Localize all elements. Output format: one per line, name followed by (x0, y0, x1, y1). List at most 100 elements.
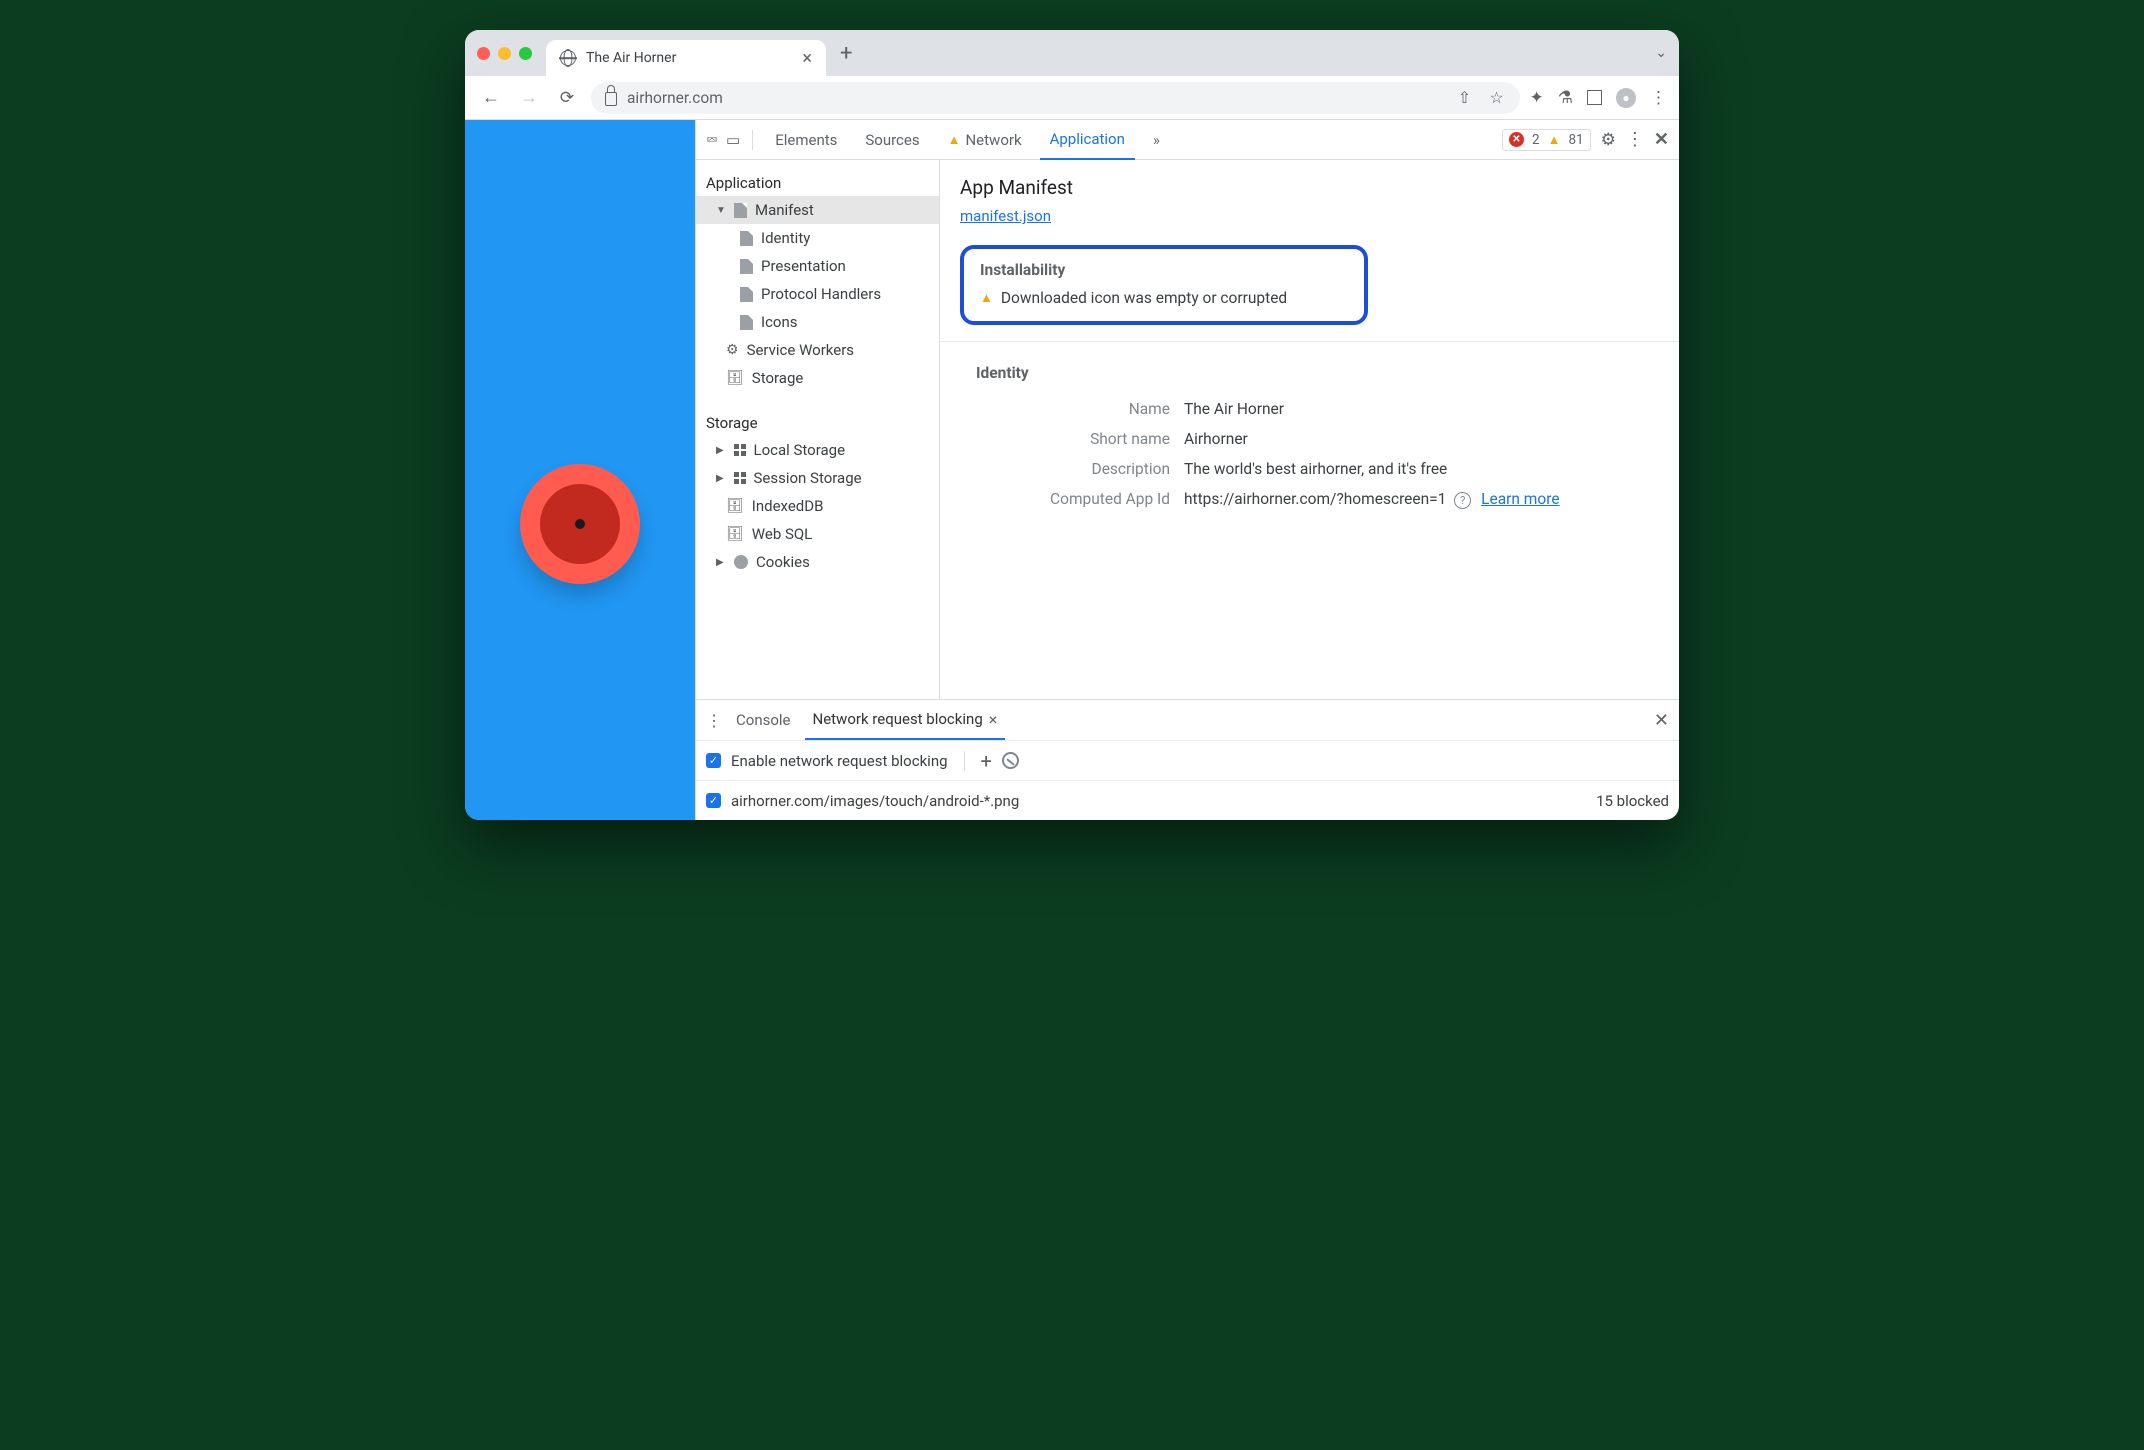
sidebar-item-presentation[interactable]: Presentation (696, 252, 939, 280)
document-icon (740, 287, 753, 302)
bookmark-icon[interactable]: ☆ (1488, 89, 1506, 107)
identity-row-shortname: Short name Airhorner (960, 424, 1659, 454)
tab-elements[interactable]: Elements (765, 120, 847, 160)
manifest-main-panel: App Manifest manifest.json Installabilit… (940, 160, 1679, 699)
enable-blocking-label: Enable network request blocking (731, 752, 948, 770)
manifest-heading: App Manifest (960, 176, 1659, 199)
error-icon: ✕ (1509, 132, 1524, 147)
cookie-icon (734, 555, 748, 569)
close-tab-button[interactable]: × (802, 48, 812, 69)
share-icon[interactable]: ⇧ (1456, 89, 1474, 107)
identity-section-title: Identity (976, 364, 1659, 382)
tab-strip: The Air Horner × + ⌄ (465, 30, 1679, 76)
sidebar-item-websql[interactable]: 🗄 Web SQL (696, 520, 939, 548)
identity-row-appid: Computed App Id https://airhorner.com/?h… (960, 484, 1659, 515)
installability-message: Downloaded icon was empty or corrupted (1001, 289, 1287, 307)
drawer-tab-console[interactable]: Console (728, 700, 799, 740)
airhorn-button[interactable] (520, 464, 640, 584)
navigation-toolbar: ← → ⟳ airhorner.com ⇧ ☆ ✦ ⚗ ● ⋮ (465, 76, 1679, 120)
clear-all-icon[interactable] (1002, 752, 1019, 769)
browser-tab[interactable]: The Air Horner × (546, 40, 826, 76)
application-sidebar: Application ▼ Manifest Identity Presenta… (696, 160, 940, 699)
settings-icon[interactable]: ⚙ (1601, 130, 1616, 150)
sidebar-item-identity[interactable]: Identity (696, 224, 939, 252)
tab-application[interactable]: Application (1040, 120, 1135, 160)
device-toolbar-icon[interactable]: ▭ (726, 131, 740, 149)
drawer-tabbar: ⋮ Console Network request blocking × ✕ (696, 700, 1679, 740)
warning-icon: ▲ (948, 132, 961, 148)
inspect-icon[interactable]: ⮹ (706, 131, 718, 149)
tab-sources[interactable]: Sources (855, 120, 929, 160)
pattern-checkbox[interactable]: ✓ (706, 793, 721, 808)
new-tab-button[interactable]: + (840, 41, 852, 66)
sidebar-item-icons[interactable]: Icons (696, 308, 939, 336)
devtools-tabbar: ⮹ ▭ Elements Sources ▲ Network Applicati… (696, 120, 1679, 160)
document-icon (734, 203, 747, 218)
add-pattern-button[interactable]: + (981, 749, 992, 773)
pattern-text: airhorner.com/images/touch/android-*.png (731, 792, 1019, 810)
warning-icon: ▲ (1548, 132, 1561, 148)
profile-avatar[interactable]: ● (1616, 88, 1636, 108)
close-devtools-button[interactable]: ✕ (1654, 129, 1669, 150)
back-button[interactable]: ← (477, 87, 505, 108)
gear-icon: ⚙ (726, 342, 739, 358)
sidebar-item-local-storage[interactable]: ▶ Local Storage (696, 436, 939, 464)
close-drawer-tab-button[interactable]: × (989, 710, 998, 729)
maximize-window-button[interactable] (519, 47, 532, 60)
drawer-enable-row: ✓ Enable network request blocking + (696, 740, 1679, 780)
tab-title: The Air Horner (586, 50, 676, 66)
close-drawer-button[interactable]: ✕ (1654, 710, 1669, 731)
chevron-down-icon: ▼ (716, 205, 726, 216)
globe-icon (560, 50, 576, 66)
sidebar-item-service-workers[interactable]: ⚙ Service Workers (696, 336, 939, 364)
devtools-menu-button[interactable]: ⋮ (1626, 129, 1644, 150)
window-controls (477, 47, 532, 60)
document-icon (740, 315, 753, 330)
drawer-menu-button[interactable]: ⋮ (706, 711, 722, 730)
database-icon: 🗄 (726, 526, 744, 542)
extensions-icon[interactable]: ✦ (1530, 88, 1544, 108)
installability-section: Installability ▲ Downloaded icon was emp… (960, 245, 1368, 325)
reload-button[interactable]: ⟳ (553, 88, 581, 108)
sidebar-section-storage: Storage (696, 406, 939, 436)
grid-icon (734, 444, 746, 456)
lock-icon (605, 92, 617, 106)
blocked-count: 15 blocked (1596, 792, 1669, 810)
address-bar[interactable]: airhorner.com ⇧ ☆ (591, 82, 1520, 114)
chevron-right-icon: ▶ (716, 473, 726, 484)
learn-more-link[interactable]: Learn more (1481, 490, 1559, 508)
sidebar-item-manifest[interactable]: ▼ Manifest (696, 196, 939, 224)
sidebar-item-indexeddb[interactable]: 🗄 IndexedDB (696, 492, 939, 520)
drawer-tab-network-request-blocking[interactable]: Network request blocking × (805, 700, 1006, 740)
tabs-menu-button[interactable]: ⌄ (1655, 45, 1667, 61)
document-icon (740, 259, 753, 274)
labs-icon[interactable]: ⚗ (1558, 88, 1573, 108)
database-icon: 🗄 (726, 498, 744, 514)
sidebar-item-protocol-handlers[interactable]: Protocol Handlers (696, 280, 939, 308)
tab-network[interactable]: ▲ Network (938, 120, 1032, 160)
more-tabs-button[interactable]: » (1143, 120, 1170, 160)
side-panel-icon[interactable] (1587, 90, 1602, 105)
minimize-window-button[interactable] (498, 47, 511, 60)
help-icon[interactable]: ? (1454, 492, 1471, 509)
identity-row-name: Name The Air Horner (960, 394, 1659, 424)
enable-blocking-checkbox[interactable]: ✓ (706, 753, 721, 768)
devtools-panel: ⮹ ▭ Elements Sources ▲ Network Applicati… (695, 120, 1679, 820)
forward-button[interactable]: → (515, 87, 543, 108)
sidebar-section-application: Application (696, 166, 939, 196)
sidebar-item-cookies[interactable]: ▶ Cookies (696, 548, 939, 576)
identity-row-description: Description The world's best airhorner, … (960, 454, 1659, 484)
database-icon: 🗄 (726, 370, 744, 386)
warning-icon: ▲ (980, 290, 993, 306)
chrome-menu-button[interactable]: ⋮ (1650, 88, 1667, 108)
manifest-link[interactable]: manifest.json (960, 207, 1051, 225)
chevron-right-icon: ▶ (716, 557, 726, 568)
drawer-pattern-row: ✓ airhorner.com/images/touch/android-*.p… (696, 780, 1679, 820)
issues-badge[interactable]: ✕2 ▲81 (1502, 129, 1591, 151)
close-window-button[interactable] (477, 47, 490, 60)
sidebar-item-storage[interactable]: 🗄 Storage (696, 364, 939, 392)
browser-window: The Air Horner × + ⌄ ← → ⟳ airhorner.com… (465, 30, 1679, 820)
sidebar-item-session-storage[interactable]: ▶ Session Storage (696, 464, 939, 492)
document-icon (740, 231, 753, 246)
extension-icons: ✦ ⚗ ● ⋮ (1530, 88, 1668, 108)
